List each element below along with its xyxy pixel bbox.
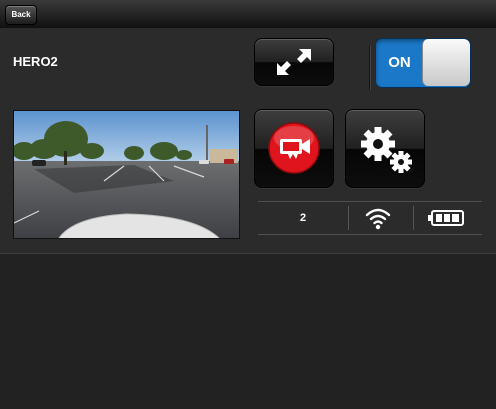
top-navigation-bar: Back bbox=[0, 0, 496, 29]
toggle-knob[interactable] bbox=[422, 39, 470, 86]
record-button[interactable] bbox=[254, 109, 334, 188]
back-button[interactable]: Back bbox=[5, 5, 37, 25]
video-camera-icon bbox=[268, 122, 320, 174]
status-divider bbox=[348, 206, 349, 230]
fullscreen-button[interactable] bbox=[254, 38, 334, 86]
expand-arrows-icon bbox=[277, 49, 311, 75]
status-bar: 2 bbox=[258, 201, 482, 235]
camera-name: HERO2 bbox=[13, 54, 58, 69]
status-divider bbox=[413, 206, 414, 230]
gears-icon bbox=[361, 127, 412, 173]
settings-button[interactable] bbox=[345, 109, 425, 188]
live-preview[interactable] bbox=[13, 110, 240, 239]
status-count: 2 bbox=[299, 212, 307, 224]
power-toggle-label: ON bbox=[388, 54, 411, 71]
power-toggle[interactable]: ON bbox=[375, 38, 471, 88]
preview-image bbox=[14, 111, 239, 238]
wifi-icon bbox=[365, 208, 391, 230]
empty-content-area bbox=[0, 254, 496, 409]
battery-icon bbox=[428, 210, 464, 226]
vertical-divider bbox=[369, 46, 370, 90]
